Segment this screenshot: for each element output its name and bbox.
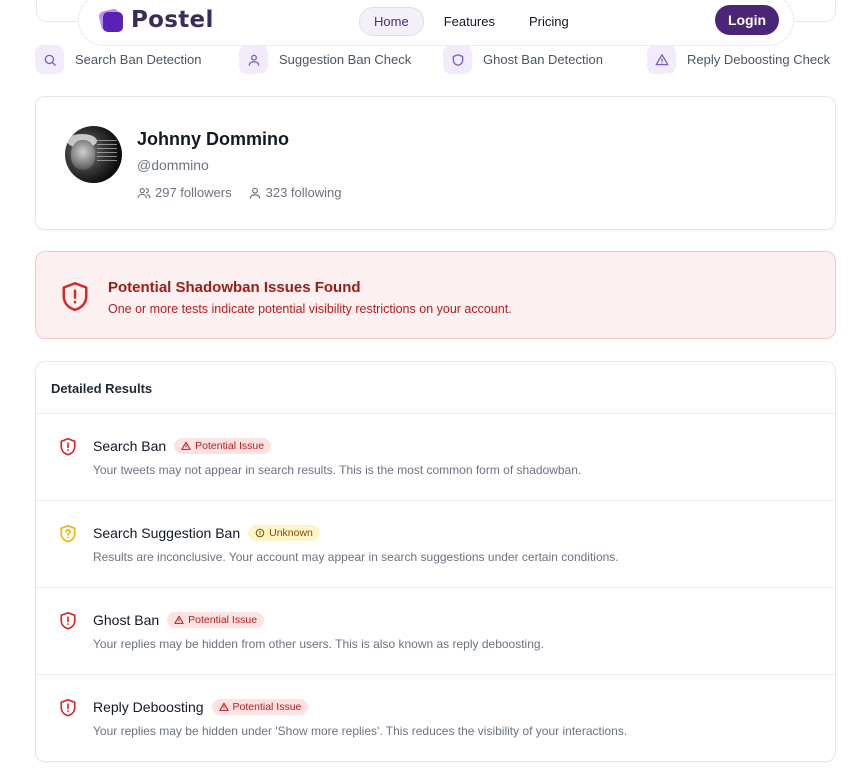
- results-card: Detailed Results Search Ban Potential Is…: [35, 361, 836, 762]
- user-icon: [239, 45, 268, 74]
- status-badge: Potential Issue: [167, 612, 265, 628]
- result-row-search-ban: Search Ban Potential Issue Your tweets m…: [36, 414, 835, 501]
- warning-icon: [181, 441, 191, 450]
- feature-suggestion-ban[interactable]: Suggestion Ban Check: [239, 45, 411, 74]
- status-badge: Potential Issue: [211, 699, 309, 715]
- result-title: Search Ban: [93, 438, 167, 454]
- top-navbar: Postel Home Features Pricing Login: [78, 0, 794, 46]
- shield-question-icon: [59, 524, 77, 549]
- feature-reply-deboosting[interactable]: Reply Deboosting Check: [647, 45, 830, 74]
- followers-count: 297 followers: [155, 185, 232, 200]
- nav-links: Home Features Pricing: [359, 7, 583, 36]
- profile-name: Johnny Dommino: [137, 129, 289, 149]
- alert-title: Potential Shadowban Issues Found: [108, 279, 361, 296]
- nav-link-pricing[interactable]: Pricing: [515, 8, 583, 35]
- feature-ghost-ban[interactable]: Ghost Ban Detection: [443, 45, 603, 74]
- info-circle-icon: [255, 528, 265, 538]
- logo-text: Postel: [131, 7, 214, 33]
- status-badge: Potential Issue: [174, 438, 272, 454]
- feature-label: Ghost Ban Detection: [483, 52, 603, 67]
- shadowban-alert: Potential Shadowban Issues Found One or …: [35, 251, 836, 339]
- result-title: Reply Deboosting: [93, 699, 204, 715]
- warning-icon: [218, 702, 229, 711]
- shield-alert-icon: [59, 611, 77, 636]
- warning-icon: [647, 45, 676, 74]
- feature-label: Suggestion Ban Check: [279, 52, 412, 67]
- result-row-reply-deboosting: Reply Deboosting Potential Issue Your re…: [36, 675, 835, 761]
- feature-label: Reply Deboosting Check: [687, 52, 831, 67]
- avatar: [65, 126, 122, 183]
- alert-message: One or more tests indicate potential vis…: [108, 302, 512, 316]
- status-badge: Unknown: [248, 525, 320, 541]
- shield-icon: [443, 45, 472, 74]
- feature-search-ban[interactable]: Search Ban Detection: [35, 45, 201, 74]
- logo[interactable]: Postel: [97, 6, 214, 34]
- result-title: Search Suggestion Ban: [93, 525, 241, 541]
- results-heading: Detailed Results: [36, 362, 835, 414]
- logo-icon: [97, 6, 125, 34]
- result-description: Results are inconclusive. Your account m…: [93, 550, 619, 564]
- result-description: Your replies may be hidden under 'Show m…: [93, 724, 628, 738]
- feature-list: Search Ban Detection Suggestion Ban Chec…: [35, 45, 835, 75]
- result-row-search-suggestion-ban: Search Suggestion Ban Unknown Results ar…: [36, 501, 835, 588]
- result-description: Your replies may be hidden from other us…: [93, 637, 544, 651]
- search-icon: [35, 45, 64, 74]
- followers-stat: 297 followers: [137, 185, 232, 200]
- profile-card: Johnny Dommino @dommino 297 followers 32…: [35, 96, 836, 230]
- shield-alert-icon: [59, 698, 77, 723]
- shield-alert-icon: [59, 437, 77, 462]
- profile-handle: @dommino: [137, 157, 209, 173]
- nav-link-home[interactable]: Home: [359, 7, 424, 36]
- nav-link-features[interactable]: Features: [430, 8, 509, 35]
- result-row-ghost-ban: Ghost Ban Potential Issue Your replies m…: [36, 588, 835, 675]
- following-stat: 323 following: [248, 185, 342, 200]
- feature-label: Search Ban Detection: [75, 52, 202, 67]
- login-button[interactable]: Login: [715, 5, 779, 35]
- result-description: Your tweets may not appear in search res…: [93, 463, 582, 477]
- shield-alert-icon: [60, 280, 90, 319]
- warning-icon: [174, 615, 184, 624]
- users-icon: [137, 187, 151, 198]
- following-count: 323 following: [265, 185, 342, 200]
- profile-stats: 297 followers 323 following: [137, 185, 342, 200]
- user-icon: [249, 187, 260, 199]
- result-title: Ghost Ban: [93, 612, 160, 628]
